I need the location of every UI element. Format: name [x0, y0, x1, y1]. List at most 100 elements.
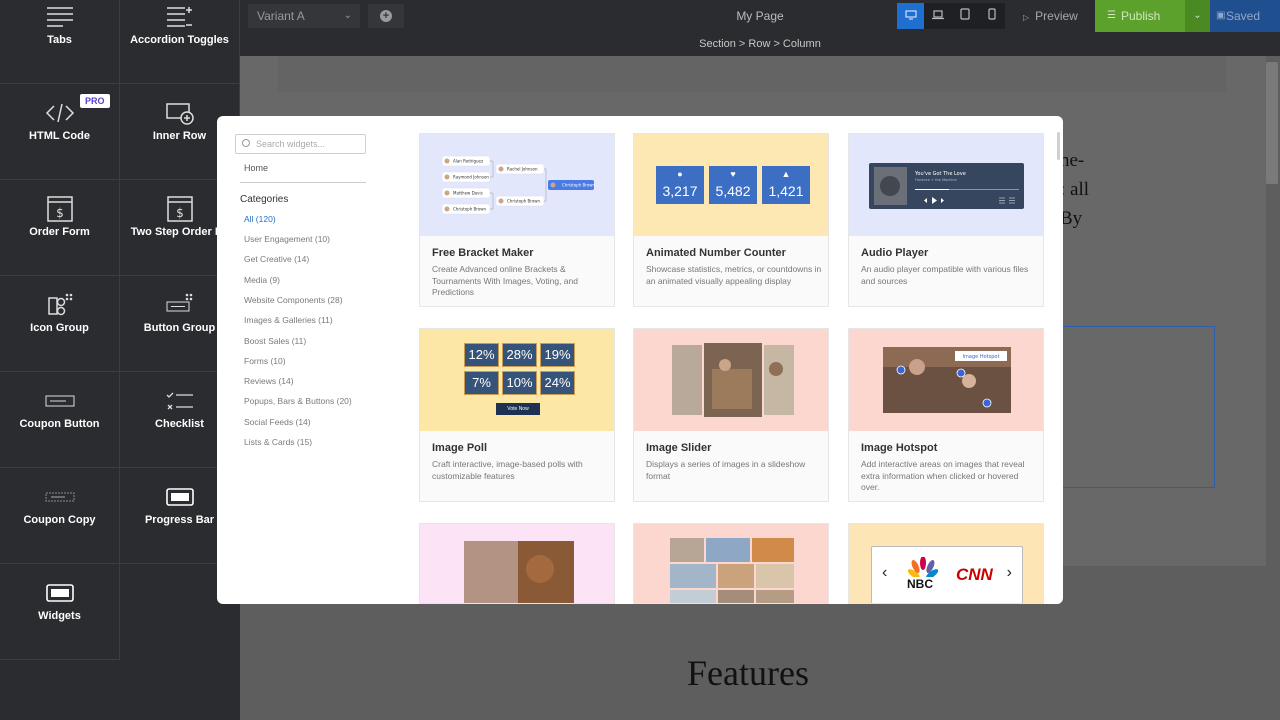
- widget-card-bracket[interactable]: Alan Rodriguez Raymond Johnson Matthew D…: [419, 133, 615, 307]
- bracket-name: Matthew Davis: [453, 191, 483, 196]
- counter-box: ● 3,217: [656, 166, 704, 204]
- counter-box: ♥ 5,482: [709, 166, 757, 204]
- widget-card-image-slider[interactable]: Image Slider Displays a series of images…: [633, 328, 829, 502]
- category-item[interactable]: Lists & Cards (15): [244, 437, 312, 447]
- features-heading: Features: [687, 653, 809, 693]
- sidebar-item-coupon-copy[interactable]: Coupon Copy: [0, 468, 120, 564]
- canvas-scrollbar[interactable]: [1266, 62, 1278, 184]
- card-title: Animated Number Counter: [646, 247, 786, 259]
- divider: [240, 182, 366, 183]
- widget-card-image-poll[interactable]: 12% 28% 19% 7% 10% 24% Vote Now Image Po…: [419, 328, 615, 502]
- card-title: Image Poll: [432, 442, 488, 454]
- sidebar-item-label: Coupon Copy: [23, 514, 96, 526]
- widget-card-logo-carousel[interactable]: ‹ NBC CNN ›: [848, 523, 1044, 604]
- category-item[interactable]: Reviews (14): [244, 376, 294, 386]
- category-item[interactable]: Forms (10): [244, 356, 286, 366]
- preview-label: Preview: [1035, 9, 1078, 23]
- mobile-view-button[interactable]: [978, 3, 1005, 29]
- play-icon: ▷: [1023, 13, 1030, 22]
- icon-group-icon: [0, 290, 119, 320]
- coupon-copy-icon: [0, 482, 119, 512]
- counter-box: ▲ 1,421: [762, 166, 810, 204]
- order-form-icon: $: [0, 194, 119, 224]
- counter-value: 5,482: [715, 183, 751, 199]
- counter-thumbnail: ● 3,217 ♥ 5,482 ▲ 1,421: [634, 134, 828, 236]
- card-description: Displays a series of images in a slidesh…: [646, 459, 806, 481]
- tablet-view-button[interactable]: [951, 3, 978, 29]
- accordion-icon: [120, 2, 239, 32]
- widget-card-image-gallery[interactable]: [633, 523, 829, 604]
- sidebar-item-order-form[interactable]: $ Order Form: [0, 180, 120, 276]
- chevron-left-icon: ‹: [882, 564, 888, 581]
- hotspot-thumbnail: Image Hotspot: [849, 329, 1043, 431]
- sidebar-item-tabs[interactable]: Tabs: [0, 0, 120, 84]
- card-description: Craft interactive, image-based polls wit…: [432, 459, 583, 481]
- category-item[interactable]: Website Components (28): [244, 295, 343, 305]
- sidebar-item-coupon-button[interactable]: Coupon Button: [0, 372, 120, 468]
- add-variant-button[interactable]: +: [368, 4, 404, 28]
- card-title: Image Slider: [646, 442, 712, 454]
- categories-heading: Categories: [240, 194, 289, 205]
- search-placeholder: Search widgets...: [256, 139, 326, 149]
- publish-options-button[interactable]: ⌄: [1185, 0, 1210, 32]
- cnn-logo-text: CNN: [956, 565, 993, 584]
- desktop-view-button[interactable]: [897, 3, 924, 29]
- counter-value: 1,421: [768, 183, 804, 199]
- poll-option: 19%: [540, 343, 575, 367]
- save-button[interactable]: ▣ Saved: [1210, 0, 1280, 32]
- tablet-icon: [959, 7, 970, 25]
- category-item[interactable]: User Engagement (10): [244, 234, 330, 244]
- mobile-icon: [987, 7, 996, 25]
- before-after-thumbnail: [464, 541, 574, 603]
- category-item[interactable]: Media (9): [244, 275, 280, 285]
- sidebar-item-label: Icon Group: [30, 322, 89, 334]
- widget-card-number-counter[interactable]: ● 3,217 ♥ 5,482 ▲ 1,421 Animated Number Cou…: [633, 133, 829, 307]
- audio-artist: Florence + the Machine: [915, 178, 957, 182]
- bracket-name: Christoph Brown: [453, 207, 487, 212]
- category-item[interactable]: Popups, Bars & Buttons (20): [244, 396, 352, 406]
- category-item[interactable]: Images & Galleries (11): [244, 315, 333, 325]
- sidebar-item-icon-group[interactable]: Icon Group: [0, 276, 120, 372]
- poll-option: 24%: [540, 371, 575, 395]
- sidebar-item-accordion-toggles[interactable]: Accordion Toggles: [120, 0, 240, 84]
- bracket-name: Alan Rodriguez: [453, 159, 483, 164]
- canvas-text-line: By: [1060, 208, 1083, 229]
- category-item[interactable]: All (120): [244, 214, 276, 224]
- category-item[interactable]: Boost Sales (11): [244, 336, 306, 346]
- card-description: Showcase statistics, metrics, or countdo…: [646, 264, 822, 286]
- category-item[interactable]: Social Feeds (14): [244, 417, 311, 427]
- modal-scrollbar[interactable]: [1057, 132, 1060, 160]
- widget-card-image-hotspot[interactable]: Image Hotspot Image Hotspot Add interact…: [848, 328, 1044, 502]
- card-description: Add interactive areas on images that rev…: [861, 459, 1025, 492]
- bracket-name: Rachel Johnson: [507, 167, 538, 172]
- breadcrumb-text[interactable]: Section > Row > Column: [699, 38, 821, 50]
- category-item[interactable]: Get Creative (14): [244, 254, 309, 264]
- poll-option: 28%: [502, 343, 537, 367]
- variant-select[interactable]: Variant A ⌄: [248, 4, 360, 28]
- canvas-text-line: ne-: [1060, 150, 1085, 171]
- home-link[interactable]: Home: [244, 163, 268, 173]
- card-description: An audio player compatible with various …: [861, 264, 1029, 286]
- sidebar-item-label: Coupon Button: [19, 418, 100, 430]
- sidebar-item-label: HTML Code: [29, 130, 90, 142]
- widgets-icon: [0, 578, 119, 608]
- sidebar-item-html-code[interactable]: PRO HTML Code: [0, 84, 120, 180]
- search-input[interactable]: Search widgets...: [235, 134, 366, 154]
- widgets-modal: Search widgets... Home Categories All (1…: [217, 116, 1063, 604]
- bracket-name: Christoph Brown: [562, 183, 596, 188]
- svg-text:$: $: [176, 206, 184, 220]
- breadcrumb: Section > Row > Column: [240, 32, 1280, 56]
- publish-button[interactable]: ☰ Publish: [1095, 0, 1185, 32]
- nbc-peacock-icon: [907, 556, 939, 579]
- widget-card-audio-player[interactable]: You've Got The Love Florence + the Machi…: [848, 133, 1044, 307]
- widget-sidebar: Tabs Accordion Toggles PRO HTML Code Inn…: [0, 0, 240, 720]
- card-title: Image Hotspot: [861, 442, 938, 454]
- sidebar-item-label: Order Form: [29, 226, 90, 238]
- widget-card-before-after[interactable]: [419, 523, 615, 604]
- sidebar-item-widgets[interactable]: Widgets: [0, 564, 120, 660]
- bell-icon: ▲: [781, 169, 791, 179]
- laptop-view-button[interactable]: [924, 3, 951, 29]
- preview-button[interactable]: ▷ Preview: [1023, 0, 1078, 32]
- poll-option: 10%: [502, 371, 537, 395]
- svg-text:$: $: [56, 206, 64, 220]
